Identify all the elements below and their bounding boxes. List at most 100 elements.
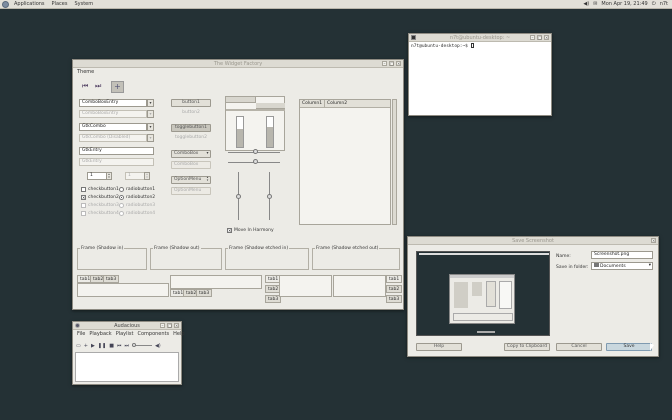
frame-shadow-in: Frame (Shadow in) xyxy=(77,246,147,270)
radiobutton2[interactable] xyxy=(119,195,124,200)
vertical-scale-1-knob[interactable] xyxy=(236,194,241,199)
terminal-titlebar[interactable]: n7t@ubuntu-desktop: ~ – □ × xyxy=(409,34,551,42)
notebook-right-tab3[interactable]: tab3 xyxy=(386,295,403,303)
copy-to-clipboard-button[interactable]: Copy to Clipboard xyxy=(504,343,550,351)
notebook-bottom-tab3[interactable]: tab3 xyxy=(196,289,213,297)
open-icon[interactable]: ▭ xyxy=(76,343,81,349)
tree-view-scrollbar[interactable] xyxy=(392,99,397,225)
spin-button-disabled: 1 xyxy=(125,172,145,180)
checkbutton3 xyxy=(81,203,86,208)
folder-select[interactable]: Documents ▾ xyxy=(591,262,653,270)
notebook-top-tab3[interactable]: tab3 xyxy=(103,275,120,283)
option-menu-arrow[interactable]: ▴ ▾ xyxy=(204,176,211,184)
audacious-close-button[interactable]: × xyxy=(174,323,179,328)
radiobutton4-label: radiobutton4 xyxy=(126,211,156,216)
volume-icon[interactable]: ◀) xyxy=(155,343,161,349)
button2: button2 xyxy=(182,110,200,115)
name-label: Name: xyxy=(556,254,571,259)
notebook-top: tab1 tab2 tab3 xyxy=(77,275,169,297)
terminal-close-button[interactable]: × xyxy=(544,35,549,40)
dialog-close-button[interactable]: × xyxy=(651,238,656,243)
widget-factory-window: The Widget Factory – □ × Theme ⏮ ⏭ + Com… xyxy=(72,59,404,310)
name-input[interactable]: Screenshot.png xyxy=(591,251,653,259)
clock[interactable]: Mon Apr 19, 21:49 xyxy=(601,1,647,7)
terminal-window: n7t@ubuntu-desktop: ~ – □ × n7t@ubuntu-d… xyxy=(408,33,552,116)
terminal-minimize-button[interactable]: – xyxy=(530,35,535,40)
combo-entry[interactable]: ComboBoxEntry xyxy=(79,99,147,107)
stop-icon[interactable]: ■ xyxy=(109,343,114,349)
folder-select-arrow: ▾ xyxy=(648,263,651,268)
checkbutton2-label: checkbutton2 xyxy=(88,195,119,200)
audacious-playlist[interactable] xyxy=(75,352,179,382)
notebook-right-tab2[interactable]: tab2 xyxy=(386,285,403,293)
spin-button[interactable]: 1 xyxy=(87,172,107,180)
togglebutton1[interactable]: togglebutton1 xyxy=(171,124,211,132)
audacious-minimize-button[interactable]: – xyxy=(160,323,165,328)
vertical-scale-2-knob[interactable] xyxy=(267,194,272,199)
minimize-button[interactable]: – xyxy=(382,61,387,66)
terminal-prompt: n7t@ubuntu-desktop:~$ xyxy=(411,44,471,49)
toolbar-add-icon[interactable]: + xyxy=(111,81,124,93)
cancel-button[interactable]: Cancel xyxy=(556,343,602,351)
user-name[interactable]: n7t xyxy=(660,1,668,7)
power-icon[interactable]: ⏻ xyxy=(652,1,656,7)
move-in-harmony-checkbox[interactable]: ✕ xyxy=(227,228,232,233)
toolbar-next-icon[interactable]: ⏭ xyxy=(95,82,101,91)
audacious-menu-file[interactable]: File xyxy=(77,330,85,338)
horizontal-scale-1-knob[interactable] xyxy=(253,149,258,154)
save-button[interactable]: Save xyxy=(606,343,652,351)
tree-column2-header[interactable]: Column2 xyxy=(327,101,347,106)
menu-theme[interactable]: Theme xyxy=(77,68,94,76)
seek-slider[interactable] xyxy=(131,343,152,347)
previous-icon[interactable]: ⏮ xyxy=(117,343,122,349)
checkbutton2[interactable]: ✕ xyxy=(81,195,86,200)
menu-applications[interactable]: Applications xyxy=(12,1,47,7)
save-screenshot-titlebar[interactable]: Save Screenshot × xyxy=(408,237,658,245)
terminal-body[interactable]: n7t@ubuntu-desktop:~$ xyxy=(409,42,551,115)
gtk-combo[interactable]: GtkCombo xyxy=(79,123,147,131)
tree-view[interactable]: Column1 Column2 xyxy=(299,99,391,225)
notebook-left: tab1 tab2 tab3 xyxy=(265,275,332,305)
audacious-titlebar[interactable]: Audacious – □ × xyxy=(73,322,181,330)
spin-button-arrows[interactable]: ▴ ▾ xyxy=(106,172,112,180)
notebook-right-tab1[interactable]: tab1 xyxy=(386,275,403,283)
add-icon[interactable]: + xyxy=(84,343,88,349)
terminal-maximize-button[interactable]: □ xyxy=(537,35,542,40)
pause-icon[interactable]: ❚❚ xyxy=(98,343,106,349)
horizontal-scale-2-knob[interactable] xyxy=(253,159,258,164)
toolbar-prev-icon[interactable]: ⏮ xyxy=(82,82,88,91)
close-button[interactable]: × xyxy=(396,61,401,66)
menu-places[interactable]: Places xyxy=(50,1,70,7)
audacious-maximize-button[interactable]: □ xyxy=(167,323,172,328)
audacious-window: Audacious – □ × File Playback Playlist C… xyxy=(72,321,185,385)
combobox-arrow[interactable]: ▾ xyxy=(204,150,211,158)
paned-widget[interactable] xyxy=(225,96,285,151)
checkbutton1-label: checkbutton1 xyxy=(88,187,119,192)
vertical-scale-right[interactable] xyxy=(266,116,274,148)
save-screenshot-dialog: Save Screenshot × Name: Screenshot.png S… xyxy=(407,236,659,357)
widget-factory-titlebar[interactable]: The Widget Factory – □ × xyxy=(73,60,403,68)
maximize-button[interactable]: □ xyxy=(389,61,394,66)
audacious-menu-components[interactable]: Components xyxy=(137,330,169,338)
next-icon[interactable]: ⏭ xyxy=(124,343,129,349)
button1[interactable]: button1 xyxy=(171,99,211,107)
combo-entry-arrow[interactable]: ▾ xyxy=(147,99,154,107)
gtk-combo-arrow[interactable]: ▾ xyxy=(147,123,154,131)
volume-icon[interactable]: ◀) xyxy=(583,1,589,7)
mail-icon[interactable]: ✉ xyxy=(593,1,597,7)
audacious-menu-playback[interactable]: Playback xyxy=(89,330,111,338)
frame-shadow-etched-in: Frame (Shadow etched in) xyxy=(225,246,309,270)
tree-column1-header[interactable]: Column1 xyxy=(302,101,322,106)
radiobutton1[interactable] xyxy=(119,187,124,192)
ubuntu-logo-icon[interactable] xyxy=(2,0,9,8)
checkbutton1[interactable] xyxy=(81,187,86,192)
help-button[interactable]: Help xyxy=(416,343,462,351)
menu-system[interactable]: System xyxy=(72,1,95,7)
notebook-right: tab1 tab2 tab3 xyxy=(333,275,403,305)
top-panel: Applications Places System ◀) ✉ Mon Apr … xyxy=(0,0,672,9)
gtk-entry[interactable]: GtkEntry xyxy=(79,147,154,155)
checkbutton4 xyxy=(81,211,86,216)
audacious-menu-playlist[interactable]: Playlist xyxy=(116,330,134,338)
play-icon[interactable]: ▶ xyxy=(91,343,95,349)
audacious-menu-help[interactable]: Help xyxy=(173,330,184,338)
